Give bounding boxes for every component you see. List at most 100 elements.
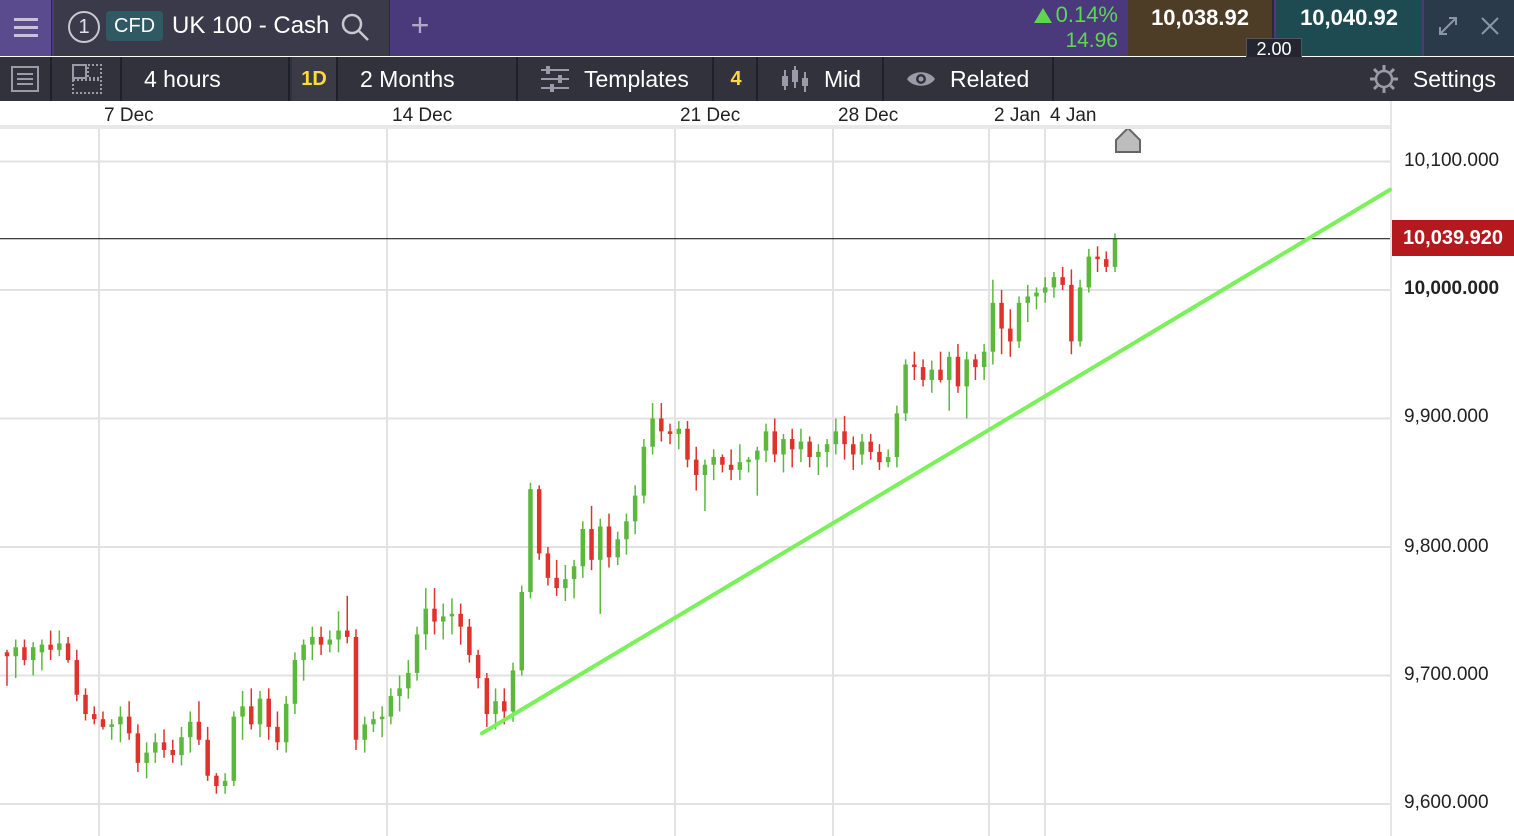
candle-body <box>249 706 254 725</box>
candle-body <box>283 703 289 743</box>
date-label: 21 Dec <box>680 105 741 126</box>
candle-body <box>153 742 158 753</box>
date-label: 2 Jan <box>994 105 1041 126</box>
candle-body <box>406 672 411 689</box>
candle-body <box>336 630 341 640</box>
candle-body <box>48 644 53 650</box>
candle-body <box>440 616 446 622</box>
candle-body <box>816 451 821 458</box>
date-label: 28 Dec <box>838 105 899 126</box>
candle-body <box>484 678 490 715</box>
date-label: 4 Jan <box>1050 105 1097 126</box>
candle-body <box>1104 259 1109 267</box>
candle-body <box>929 369 935 380</box>
candle-body <box>240 706 245 717</box>
candle-body <box>362 724 367 740</box>
candle-body <box>519 591 524 671</box>
candle-body <box>676 428 682 434</box>
date-label: 14 Dec <box>392 105 453 126</box>
candle-body <box>772 431 777 455</box>
trading-window: 1 CFD UK 100 - Cash + 0.14% 14.96 10,038… <box>0 0 1514 836</box>
candle-body <box>432 608 437 622</box>
price-tick: 9,800.000 <box>1404 536 1489 557</box>
candle-body <box>659 418 664 432</box>
candle-body <box>824 444 830 452</box>
candle-body <box>397 688 402 697</box>
candle-body <box>580 529 586 567</box>
candle-body <box>301 644 306 661</box>
candle-body <box>981 351 987 368</box>
candle-body <box>912 364 917 368</box>
candle-body <box>894 413 900 458</box>
price-tick: 10,000.000 <box>1404 278 1500 299</box>
candle-body <box>187 721 193 738</box>
candle-body <box>510 670 516 712</box>
candle-body <box>528 489 533 592</box>
candle-body <box>57 643 62 650</box>
candle-body <box>257 698 263 725</box>
candle-body <box>1069 284 1074 342</box>
candle-body <box>624 521 629 540</box>
candle-body <box>720 457 725 465</box>
candle-body <box>571 566 577 580</box>
candle-body <box>135 733 141 763</box>
candle-body <box>763 431 769 451</box>
candle-body <box>641 446 647 496</box>
candle-body <box>266 698 271 727</box>
candle-body <box>91 714 97 720</box>
candle-body <box>353 636 359 740</box>
candle-body <box>449 613 455 617</box>
candle-body <box>964 359 969 387</box>
candle-body <box>414 634 420 673</box>
candle-body <box>1016 302 1022 342</box>
candle-body <box>222 780 228 787</box>
candle-body <box>938 369 943 380</box>
candle-body <box>13 647 18 657</box>
candle-body <box>126 716 132 734</box>
candle-body <box>1008 328 1013 342</box>
candle-body <box>789 439 795 450</box>
candle-body <box>30 647 36 661</box>
candle-body <box>1086 256 1092 288</box>
candle-body <box>196 721 202 740</box>
candle-body <box>920 367 926 380</box>
price-tick: 9,900.000 <box>1404 406 1489 427</box>
date-label: 7 Dec <box>104 105 154 126</box>
candle-body <box>4 652 10 657</box>
candle-body <box>318 636 324 645</box>
candle-body <box>868 441 873 452</box>
candle-body <box>632 495 638 522</box>
candle-body <box>711 457 716 465</box>
candle-body <box>851 444 856 455</box>
candle-body <box>1095 256 1100 260</box>
candle-body <box>973 359 978 368</box>
candle-body <box>205 739 210 776</box>
date-axis: 7 Dec 14 Dec 21 Dec 28 Dec 2 Jan 4 Jan <box>0 101 1390 129</box>
candle-body <box>877 451 882 463</box>
candle-body <box>999 302 1004 329</box>
candle-body <box>842 431 847 445</box>
candle-body <box>475 654 481 679</box>
candle-body <box>946 356 952 380</box>
candle-body <box>74 660 80 695</box>
candle-body <box>1051 277 1057 288</box>
candle-body <box>728 464 734 470</box>
candle-body <box>1025 296 1031 303</box>
candle-body <box>327 639 333 645</box>
candle-body <box>536 489 542 554</box>
candle-body <box>161 742 167 751</box>
candle-body <box>423 608 429 635</box>
candle-body <box>598 526 603 560</box>
candle-body <box>554 577 559 589</box>
candle-body <box>292 660 298 704</box>
candle-body <box>170 750 176 756</box>
candle-body <box>1060 277 1065 285</box>
candle-body <box>144 752 149 763</box>
candle-body <box>83 694 88 715</box>
candle-body <box>379 716 385 720</box>
candle-body <box>214 775 219 787</box>
candle-body <box>310 636 315 645</box>
candle-body <box>702 464 708 476</box>
candle-body <box>1077 287 1083 342</box>
candle-body <box>737 462 743 470</box>
